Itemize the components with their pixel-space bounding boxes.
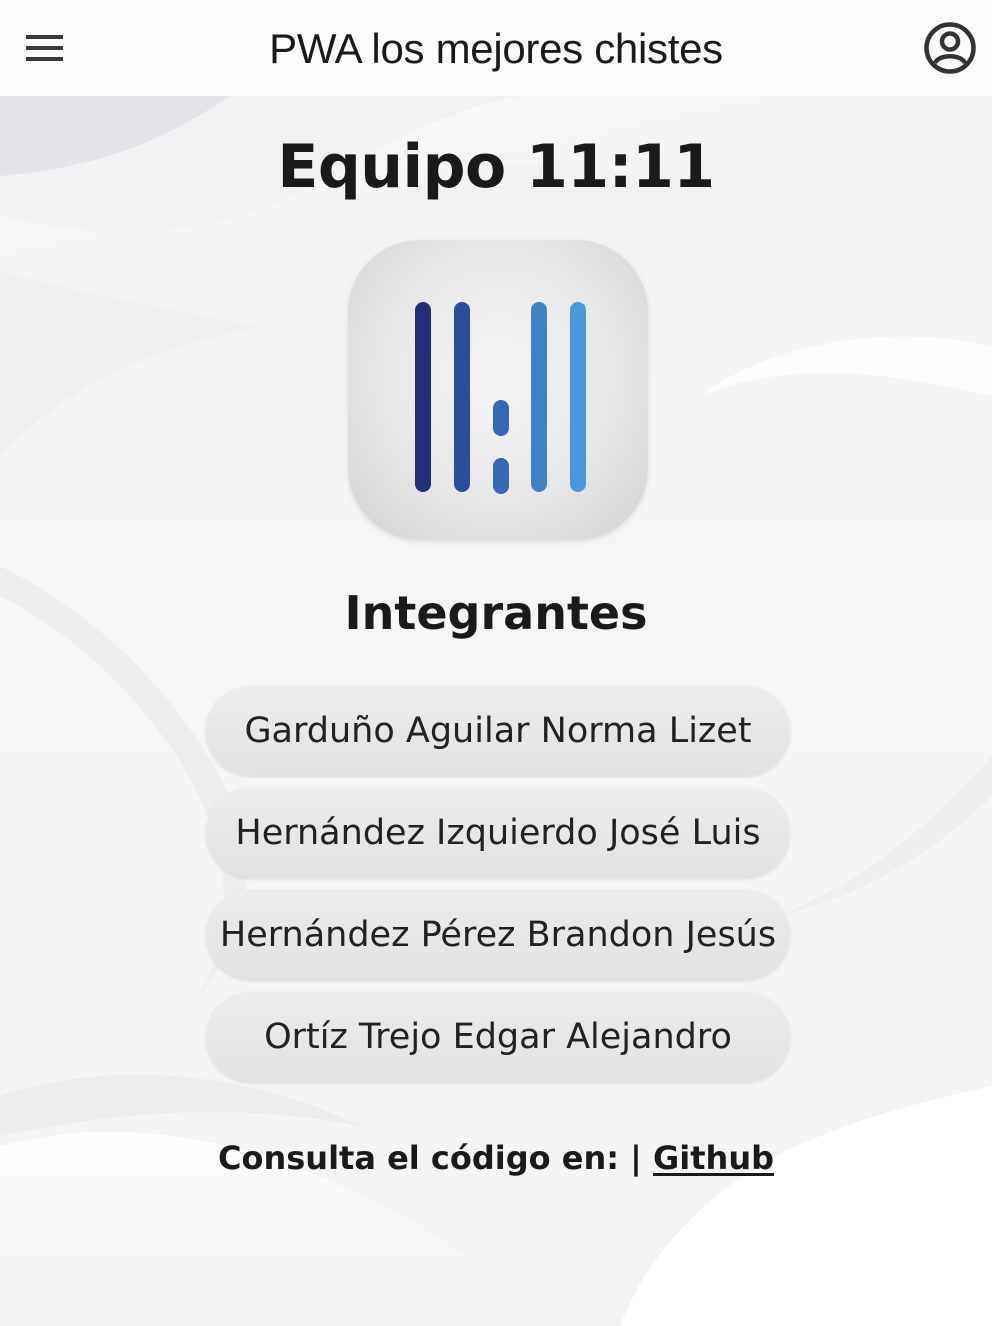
- menu-icon: [26, 35, 63, 61]
- app-title: PWA los mejores chistes: [269, 25, 723, 72]
- profile-button[interactable]: [920, 20, 980, 76]
- member-name: Garduño Aguilar Norma Lizet: [244, 711, 752, 751]
- member-chip[interactable]: Ortíz Trejo Edgar Alejandro: [206, 992, 790, 1082]
- team-title: Equipo 11:11: [277, 132, 715, 202]
- logo-bar-3: [531, 302, 547, 492]
- account-circle-icon: [924, 22, 976, 74]
- logo-colon-bottom: [493, 458, 509, 494]
- source-code-line: Consulta el código en: | Github: [0, 1139, 992, 1177]
- member-chip[interactable]: Hernández Pérez Brandon Jesús: [206, 890, 790, 980]
- member-name: Hernández Izquierdo José Luis: [235, 813, 761, 853]
- menu-button[interactable]: [22, 25, 68, 71]
- member-chip[interactable]: Garduño Aguilar Norma Lizet: [206, 686, 790, 776]
- footer-separator: |: [630, 1139, 642, 1177]
- member-name: Hernández Pérez Brandon Jesús: [219, 915, 777, 955]
- member-name: Ortíz Trejo Edgar Alejandro: [264, 1017, 732, 1057]
- top-toolbar: PWA los mejores chistes: [0, 0, 992, 96]
- logo-colon-top: [493, 400, 509, 436]
- members-heading: Integrantes: [344, 586, 648, 640]
- logo-bar-2: [454, 302, 470, 492]
- logo-bar-1: [415, 302, 431, 492]
- members-list: Garduño Aguilar Norma Lizet Hernández Iz…: [206, 686, 790, 1094]
- github-link[interactable]: Github: [653, 1139, 774, 1177]
- logo-bar-4: [570, 302, 586, 492]
- team-logo-bars: [415, 302, 586, 494]
- main-content: Equipo 11:11 Integrantes Garduño Aguilar…: [0, 96, 992, 1326]
- team-logo: [348, 240, 648, 540]
- app-root: PWA los mejores chistes Equipo 11:11 Int…: [0, 0, 992, 1326]
- source-code-prefix: Consulta el código en:: [218, 1139, 620, 1177]
- member-chip[interactable]: Hernández Izquierdo José Luis: [206, 788, 790, 878]
